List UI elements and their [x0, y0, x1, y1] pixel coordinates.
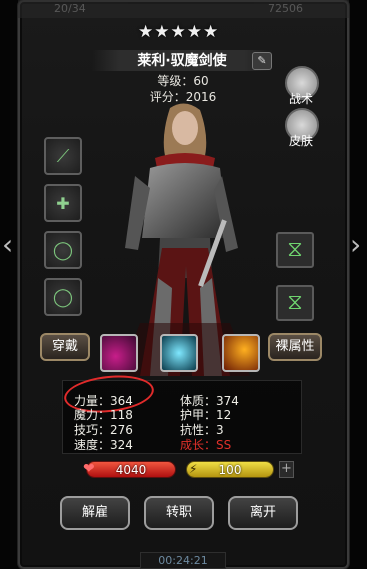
wear-button[interactable]: 穿戴 — [40, 333, 90, 361]
upgrade-slot-2[interactable]: ⧖ — [276, 285, 314, 321]
energy-value: 100 — [218, 463, 242, 477]
edit-name-button[interactable]: ✎ — [252, 52, 272, 70]
ring-slot-1[interactable]: ◯ — [44, 231, 82, 269]
double-arrow-down-icon: ⧖ — [287, 237, 303, 262]
top-status-bar: 20/34 72506 — [18, 0, 349, 18]
dismiss-button[interactable]: 解雇 — [60, 496, 130, 530]
hero-name: 莱利·驭魔剑使 — [137, 53, 227, 69]
tactics-label: 战术 — [288, 92, 313, 106]
stat-growth: 成长：SS — [180, 438, 232, 452]
top-left-counter: 20/34 — [54, 2, 86, 15]
upgrade-slot-1[interactable]: ⧖ — [276, 232, 314, 268]
ring-icon-2: ◯ — [52, 286, 74, 308]
top-right-counter: 72506 — [268, 2, 303, 15]
timer: 00:24:21 — [140, 552, 226, 569]
add-energy-button[interactable]: + — [279, 461, 294, 478]
ring-icon: ◯ — [52, 239, 74, 261]
double-arrow-up-icon: ⧖ — [287, 290, 303, 315]
skill-icon-1[interactable] — [100, 334, 138, 372]
star-rating: ★★★★★ — [138, 22, 220, 42]
pencil-icon: ✎ — [257, 54, 267, 67]
sword-icon: ⟋ — [56, 145, 70, 167]
next-hero-arrow-icon[interactable]: › — [350, 231, 361, 259]
stat-speed: 速度：324 — [74, 438, 133, 452]
previous-hero-arrow-icon[interactable]: ‹ — [2, 231, 13, 259]
hp-value: 4040 — [115, 463, 147, 477]
weapon-slot[interactable]: ⟋ — [44, 137, 82, 175]
armor-icon: ✚ — [56, 193, 70, 213]
transfer-button[interactable]: 转职 — [144, 496, 214, 530]
leave-button[interactable]: 离开 — [228, 496, 298, 530]
skill-icon-3[interactable] — [222, 334, 260, 372]
plus-icon: + — [281, 461, 292, 476]
naked-attributes-button[interactable]: 裸属性 — [268, 333, 322, 361]
armor-slot[interactable]: ✚ — [44, 184, 82, 222]
energy-bar: ⚡ 100 — [186, 461, 274, 478]
hero-level: 等级：60 — [157, 74, 209, 88]
hp-bar: ❤ 4040 — [83, 461, 176, 478]
ring-slot-2[interactable]: ◯ — [44, 278, 82, 316]
skin-label: 皮肤 — [288, 134, 313, 148]
skill-icon-2[interactable] — [160, 334, 198, 372]
